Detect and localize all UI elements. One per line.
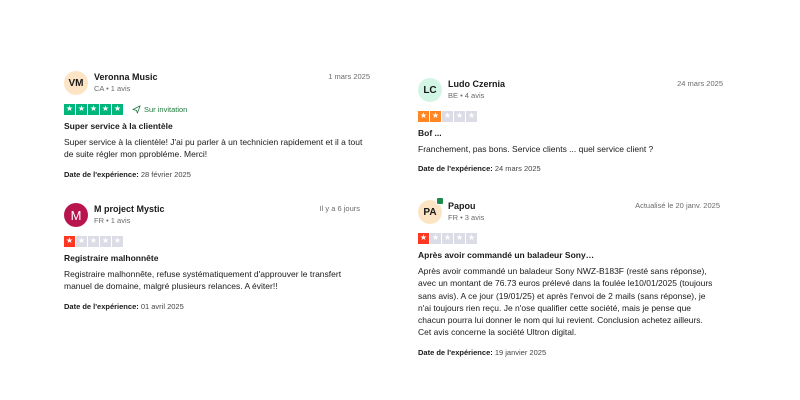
avatar-initials: PA — [423, 206, 437, 218]
star-icon: ★ — [430, 232, 441, 244]
reviewer-meta: FR • 1 avis — [94, 216, 131, 225]
review-header: PA Papou FR • 3 avis Actualisé le 20 jan… — [418, 197, 720, 230]
star-icon: ★ — [76, 235, 87, 247]
reviewer-meta: FR • 3 avis — [448, 213, 485, 222]
star-icon: ★ — [466, 110, 477, 122]
review-card: M M project Mystic FR • 1 avis Il y a 6 … — [64, 203, 360, 311]
star-icon: ★ — [100, 103, 111, 115]
reviewer-name[interactable]: Ludo Czernia — [448, 79, 505, 89]
reviewer-name[interactable]: Veronna Music — [94, 72, 158, 82]
star-icon: ★ — [418, 232, 429, 244]
reviewer-name[interactable]: M project Mystic — [94, 204, 165, 214]
experience-value: 28 février 2025 — [140, 169, 191, 179]
star-icon: ★ — [454, 110, 465, 122]
avatar[interactable]: LC — [418, 78, 442, 102]
rating-row: ★ ★ ★ ★ ★ — [64, 235, 360, 247]
review-header: M M project Mystic FR • 1 avis Il y a 6 … — [64, 203, 360, 233]
review-body: Super service à la clientèle! J'ai pu pa… — [64, 137, 363, 160]
review-card: VM Veronna Music CA • 1 avis 1 mars 2025… — [64, 71, 370, 179]
rating-row: ★ ★ ★ ★ ★ — [418, 110, 723, 122]
experience-date: Date de l'expérience: 24 mars 2025 — [418, 164, 723, 173]
star-icon: ★ — [64, 103, 75, 115]
review-date: 1 mars 2025 — [328, 72, 370, 81]
review-body: Après avoir commandé un baladeur Sony NW… — [418, 266, 713, 338]
experience-date: Date de l'expérience: 19 janvier 2025 — [418, 348, 720, 357]
star-icon: ★ — [100, 235, 111, 247]
experience-label: Date de l'expérience: — [64, 169, 139, 179]
star-rating: ★ ★ ★ ★ ★ — [64, 235, 123, 247]
star-icon: ★ — [442, 110, 453, 122]
review-header: LC Ludo Czernia BE • 4 avis 24 mars 2025 — [418, 78, 723, 108]
reviewer-meta: BE • 4 avis — [448, 91, 485, 100]
review-date: Actualisé le 20 janv. 2025 — [635, 201, 720, 210]
review-date: Il y a 6 jours — [319, 204, 360, 213]
star-icon: ★ — [64, 235, 75, 247]
invitation-badge[interactable]: Sur invitation — [132, 105, 187, 114]
experience-value: 01 avril 2025 — [140, 301, 184, 311]
star-icon: ★ — [454, 232, 465, 244]
verified-check-icon — [436, 197, 444, 205]
star-icon: ★ — [112, 103, 123, 115]
rating-row: ★ ★ ★ ★ ★ Sur invitation — [64, 103, 370, 115]
star-icon: ★ — [88, 235, 99, 247]
review-body: Registraire malhonnête, refuse systémati… — [64, 269, 342, 292]
experience-date: Date de l'expérience: 28 février 2025 — [64, 170, 370, 179]
review-title[interactable]: Registraire malhonnête — [64, 253, 360, 263]
experience-value: 19 janvier 2025 — [494, 347, 547, 357]
review-title[interactable]: Bof ... — [418, 128, 723, 138]
star-rating: ★ ★ ★ ★ ★ — [64, 103, 123, 115]
review-title[interactable]: Super service à la clientèle — [64, 121, 370, 131]
star-icon: ★ — [76, 103, 87, 115]
star-icon: ★ — [112, 235, 123, 247]
experience-date: Date de l'expérience: 01 avril 2025 — [64, 302, 360, 311]
reviewer-name[interactable]: Papou — [448, 201, 476, 211]
review-date: 24 mars 2025 — [677, 79, 723, 88]
avatar[interactable]: M — [64, 203, 88, 227]
star-icon: ★ — [442, 232, 453, 244]
star-icon: ★ — [430, 110, 441, 122]
review-body: Franchement, pas bons. Service clients .… — [418, 144, 654, 154]
star-icon: ★ — [88, 103, 99, 115]
star-icon: ★ — [466, 232, 477, 244]
avatar[interactable]: PA — [418, 197, 444, 224]
review-title[interactable]: Après avoir commandé un baladeur Sony… — [418, 250, 720, 260]
experience-label: Date de l'expérience: — [418, 347, 493, 357]
star-icon: ★ — [418, 110, 429, 122]
invitation-label: Sur invitation — [144, 104, 188, 114]
rating-row: ★ ★ ★ ★ ★ — [418, 232, 720, 244]
star-rating: ★ ★ ★ ★ ★ — [418, 110, 477, 122]
experience-label: Date de l'expérience: — [418, 164, 493, 174]
reviewer-meta: CA • 1 avis — [94, 84, 131, 93]
review-card: LC Ludo Czernia BE • 4 avis 24 mars 2025… — [418, 78, 723, 173]
avatar[interactable]: VM — [64, 71, 88, 95]
review-header: VM Veronna Music CA • 1 avis 1 mars 2025 — [64, 71, 370, 101]
star-rating: ★ ★ ★ ★ ★ — [418, 232, 477, 244]
review-card: PA Papou FR • 3 avis Actualisé le 20 jan… — [418, 197, 720, 357]
experience-value: 24 mars 2025 — [494, 164, 541, 174]
experience-label: Date de l'expérience: — [64, 301, 139, 311]
send-icon — [132, 104, 141, 114]
